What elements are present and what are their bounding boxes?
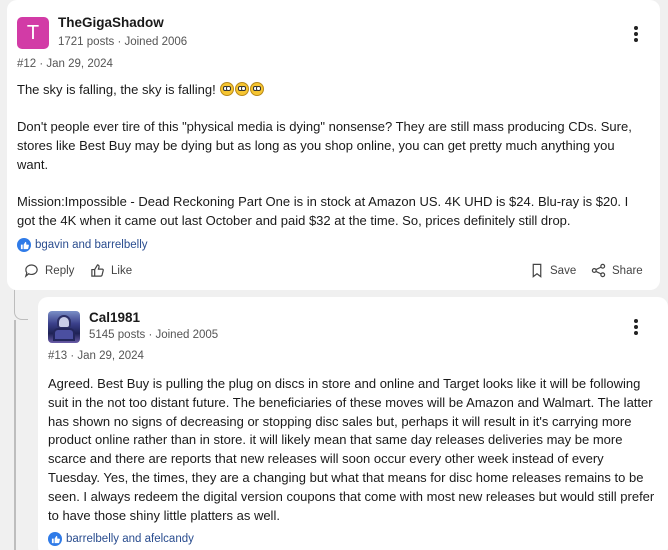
post-text: The sky is falling, the sky is falling! (17, 82, 216, 97)
save-label: Save (550, 264, 577, 277)
avatar[interactable]: T (17, 17, 49, 49)
reactions-summary[interactable]: barrelbelly and afelcandy (48, 532, 194, 546)
post-12: T TheGigaShadow 1721 posts · Joined 2006… (7, 0, 660, 290)
reply-label: Reply (45, 264, 75, 277)
emoji-icon (220, 82, 235, 96)
share-label: Share (612, 264, 643, 277)
reply-icon (24, 264, 38, 278)
thread-connector (14, 290, 28, 320)
thread-line (14, 320, 16, 550)
username[interactable]: TheGigaShadow (58, 15, 164, 30)
bookmark-icon (532, 263, 542, 278)
post-paragraph: Agreed. Best Buy is pulling the plug on … (48, 376, 655, 523)
post-paragraph: Mission:Impossible - Dead Reckoning Part… (17, 194, 629, 228)
reactions-text[interactable]: barrelbelly and afelcandy (66, 533, 194, 545)
more-options-icon[interactable] (630, 319, 642, 335)
post-13: Cal1981 5145 posts · Joined 2005 #13 · J… (38, 297, 668, 550)
like-button[interactable]: Like (90, 263, 132, 278)
like-label: Like (111, 264, 133, 277)
reactions-text[interactable]: bgavin and barrelbelly (35, 239, 148, 251)
username[interactable]: Cal1981 (89, 310, 140, 325)
thumbs-up-icon (48, 532, 62, 546)
user-meta: 1721 posts · Joined 2006 (58, 36, 188, 48)
more-options-icon[interactable] (630, 26, 642, 42)
post-number-date[interactable]: #13 · Jan 29, 2024 (48, 350, 144, 362)
user-meta: 5145 posts · Joined 2005 (89, 329, 219, 341)
thumbs-up-icon (17, 238, 31, 252)
post-paragraph: Don't people ever tire of this "physical… (17, 119, 632, 172)
avatar[interactable] (48, 311, 80, 343)
save-button[interactable]: Save (530, 263, 576, 278)
reply-button[interactable]: Reply (24, 263, 74, 278)
share-button[interactable]: Share (591, 263, 643, 278)
thumbs-up-icon (91, 264, 104, 277)
emoji-icon (235, 82, 250, 96)
emoji-icon (250, 82, 265, 96)
post-number-date[interactable]: #12 · Jan 29, 2024 (17, 58, 113, 70)
share-icon (591, 263, 606, 278)
reactions-summary[interactable]: bgavin and barrelbelly (17, 238, 148, 252)
post-body-line1: The sky is falling, the sky is falling! (17, 81, 647, 100)
